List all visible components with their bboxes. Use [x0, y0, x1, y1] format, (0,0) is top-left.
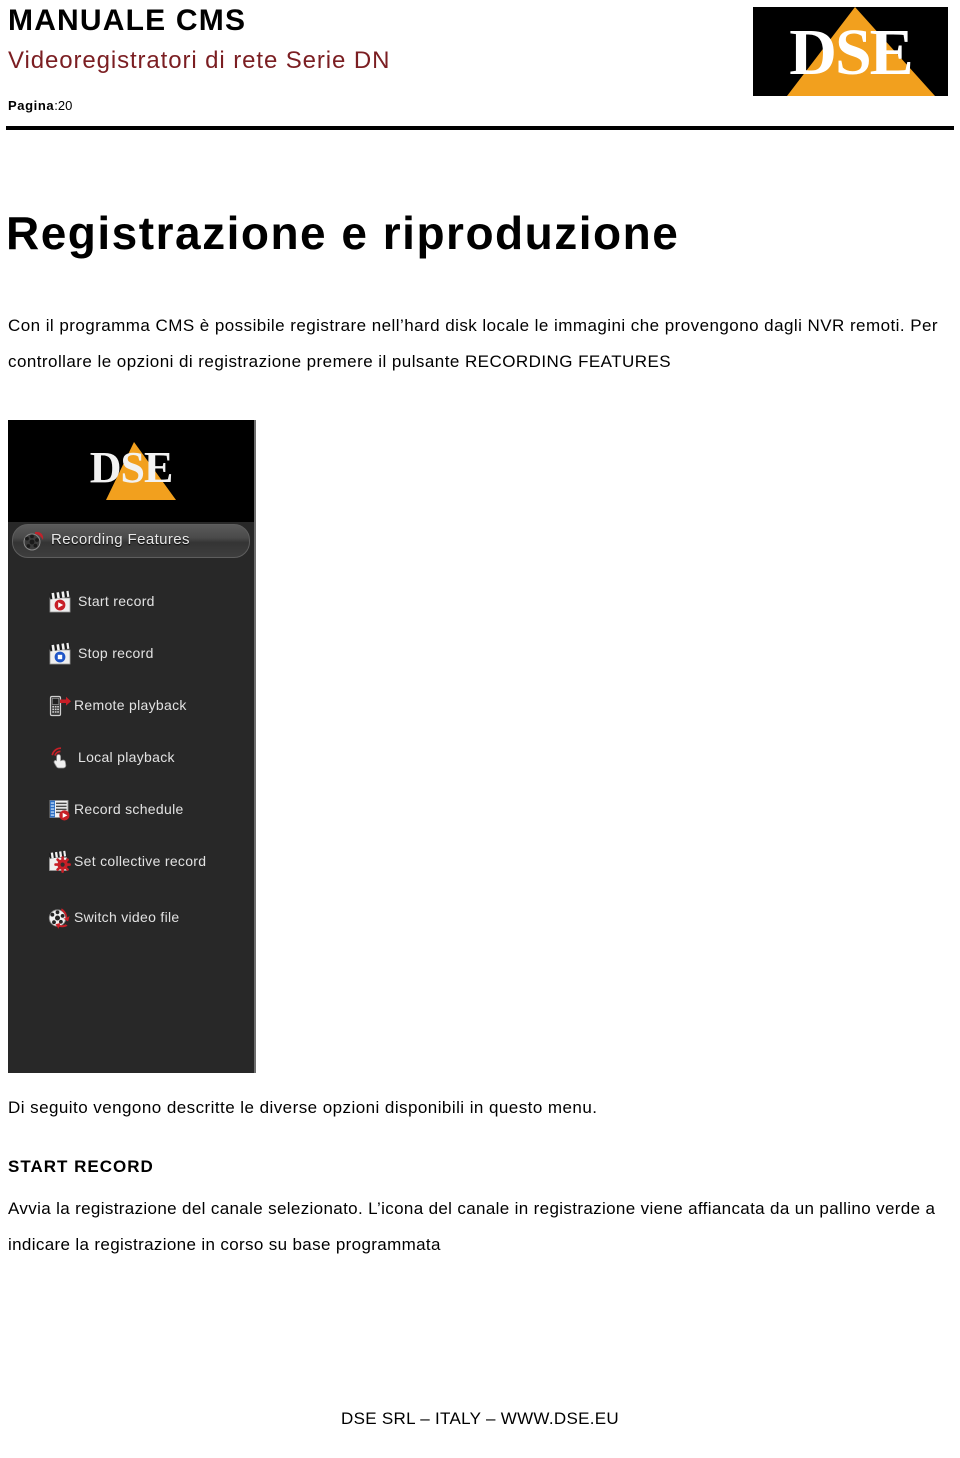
page-title: Registrazione e riproduzione: [6, 207, 680, 259]
menu-item-label: Start record: [78, 593, 155, 609]
manual-subtitle: Videoregistratori di rete Serie DN: [8, 47, 391, 74]
page-number: Pagina:20: [8, 98, 72, 113]
clapperboard-play-icon: [48, 590, 72, 614]
film-reel-icon: [23, 530, 45, 552]
menu-item-label: Local playback: [78, 749, 175, 765]
page-number-label: Pagina: [8, 98, 55, 113]
document-header: MANUALE CMS Videoregistratori di rete Se…: [0, 0, 960, 140]
description-paragraph: Di seguito vengono descritte le diverse …: [8, 1098, 598, 1117]
clapperboard-gear-icon: [48, 850, 72, 874]
recording-features-label: Recording Features: [51, 531, 190, 548]
section-heading-start-record: START RECORD: [8, 1157, 154, 1176]
dse-logo: DSE: [753, 7, 948, 96]
menu-item-label: Record schedule: [74, 801, 184, 817]
menu-item-label: Remote playback: [74, 697, 187, 713]
document-footer: DSE SRL – ITALY – WWW.DSE.EU: [341, 1409, 619, 1428]
remote-device-arrow-icon: [48, 694, 72, 718]
clapperboard-stop-icon: [48, 642, 72, 666]
section-body-start-record: Avvia la registrazione del canale selezi…: [8, 1199, 936, 1254]
menu-item-label: Stop record: [78, 645, 154, 661]
manual-title: MANUALE CMS: [8, 4, 247, 37]
logo-wordmark: DSE: [789, 16, 913, 89]
intro-paragraph: Con il programma CMS è possibile registr…: [8, 316, 939, 371]
page-number-value: 20: [57, 98, 73, 113]
cms-menu-screenshot: DSE Recording Features Start record Stop…: [8, 420, 256, 1073]
hand-pointer-icon: [48, 746, 72, 770]
recording-features-header[interactable]: Recording Features: [12, 524, 250, 558]
menu-item-label: Set collective record: [74, 853, 207, 869]
cms-logo-wordmark: DSE: [89, 443, 174, 492]
schedule-list-play-icon: [48, 798, 72, 822]
menu-item-label: Switch video file: [74, 909, 180, 925]
film-reel-switch-icon: [48, 906, 72, 930]
header-divider: [6, 126, 954, 130]
cms-logo-banner: DSE: [8, 420, 254, 522]
